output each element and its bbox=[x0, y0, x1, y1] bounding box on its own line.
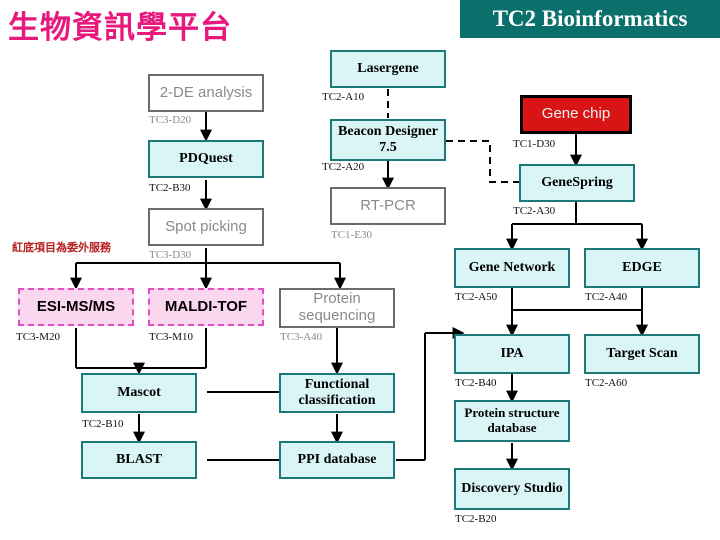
code-discovery-studio: TC2-B20 bbox=[455, 513, 497, 525]
node-label: Mascot bbox=[117, 385, 161, 401]
node-label: PDQuest bbox=[179, 151, 233, 167]
node-gene-network[interactable]: Gene Network bbox=[454, 248, 570, 288]
page-title-chinese: 生物資訊學平台 bbox=[8, 10, 232, 46]
page-title-english: TC2 Bioinformatics bbox=[492, 6, 688, 31]
diagram-canvas: 生物資訊學平台 TC2 Bioinformatics 2-DE analysis… bbox=[0, 0, 720, 540]
node-protein-sequencing[interactable]: Protein sequencing bbox=[279, 288, 395, 328]
node-label: Gene chip bbox=[541, 105, 611, 123]
node-rt-pcr[interactable]: RT-PCR bbox=[330, 187, 446, 225]
node-label: 2-DE analysis bbox=[159, 83, 253, 101]
node-two-de-analysis[interactable]: 2-DE analysis bbox=[148, 74, 264, 112]
code-protein-sequencing: TC3-A40 bbox=[280, 331, 323, 343]
node-ipa[interactable]: IPA bbox=[454, 334, 570, 374]
code-two-de-analysis: TC3-D20 bbox=[149, 114, 192, 126]
node-label: ESI-MS/MS bbox=[36, 297, 116, 315]
node-label: Discovery Studio bbox=[461, 481, 563, 497]
code-maldi-tof: TC3-M10 bbox=[149, 331, 193, 343]
code-pdquest: TC2-B30 bbox=[149, 182, 191, 194]
node-edge[interactable]: EDGE bbox=[584, 248, 700, 288]
node-ppi-database[interactable]: PPI database bbox=[279, 441, 395, 479]
node-label: Functional classification bbox=[298, 377, 376, 408]
node-label: BLAST bbox=[116, 452, 162, 468]
node-blast[interactable]: BLAST bbox=[81, 441, 197, 479]
node-protein-structure-database[interactable]: Protein structure database bbox=[454, 400, 570, 442]
node-label: GeneSpring bbox=[541, 175, 613, 191]
code-target-scan: TC2-A60 bbox=[585, 377, 628, 389]
code-edge: TC2-A40 bbox=[585, 291, 628, 303]
node-maldi-tof[interactable]: MALDI-TOF bbox=[148, 288, 264, 326]
node-esi-ms-ms[interactable]: ESI-MS/MS bbox=[18, 288, 134, 326]
node-label: Spot picking bbox=[165, 217, 247, 235]
node-lasergene[interactable]: Lasergene bbox=[330, 50, 446, 88]
node-label: Protein sequencing bbox=[298, 290, 376, 324]
node-label: Protein structure database bbox=[464, 405, 560, 435]
outsourcing-note: 紅底項目為委外服務 bbox=[12, 241, 111, 254]
node-target-scan[interactable]: Target Scan bbox=[584, 334, 700, 374]
node-label: Target Scan bbox=[606, 346, 678, 362]
code-spot-picking: TC3-D30 bbox=[149, 249, 192, 261]
node-label: Beacon Designer 7.5 bbox=[338, 124, 438, 155]
code-gene-network: TC2-A50 bbox=[455, 291, 498, 303]
node-discovery-studio[interactable]: Discovery Studio bbox=[454, 468, 570, 510]
code-gene-chip: TC1-D30 bbox=[513, 138, 556, 150]
code-esi-ms-ms: TC3-M20 bbox=[16, 331, 60, 343]
code-genespring: TC2-A30 bbox=[513, 205, 556, 217]
code-beacon-designer: TC2-A20 bbox=[322, 161, 365, 173]
node-functional-classification[interactable]: Functional classification bbox=[279, 373, 395, 413]
node-label: EDGE bbox=[622, 260, 662, 276]
code-ipa: TC2-B40 bbox=[455, 377, 497, 389]
node-label: IPA bbox=[500, 346, 524, 362]
node-label: RT-PCR bbox=[360, 196, 416, 214]
node-beacon-designer[interactable]: Beacon Designer 7.5 bbox=[330, 119, 446, 161]
node-label: PPI database bbox=[297, 452, 377, 468]
code-mascot: TC2-B10 bbox=[82, 418, 124, 430]
node-gene-chip[interactable]: Gene chip bbox=[520, 95, 632, 134]
node-label: MALDI-TOF bbox=[164, 297, 248, 315]
node-label: Gene Network bbox=[468, 260, 556, 276]
node-label: Lasergene bbox=[357, 61, 419, 77]
node-spot-picking[interactable]: Spot picking bbox=[148, 208, 264, 246]
code-lasergene: TC2-A10 bbox=[322, 91, 365, 103]
node-mascot[interactable]: Mascot bbox=[81, 373, 197, 413]
node-pdquest[interactable]: PDQuest bbox=[148, 140, 264, 178]
code-rt-pcr: TC1-E30 bbox=[331, 229, 372, 241]
node-genespring[interactable]: GeneSpring bbox=[519, 164, 635, 202]
header-bar: TC2 Bioinformatics bbox=[460, 0, 720, 38]
